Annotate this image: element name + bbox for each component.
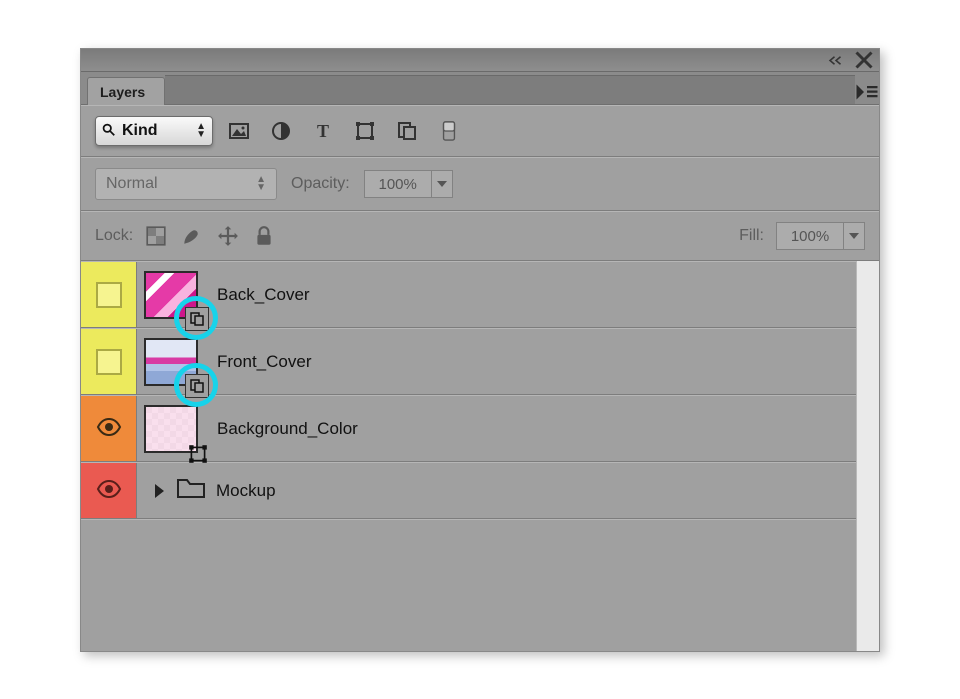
type-filter-icon[interactable]: T [311, 119, 335, 143]
search-icon [102, 123, 116, 140]
filter-kind-dropdown[interactable]: Kind ▲▼ [95, 116, 213, 146]
filter-kind-label: Kind [122, 122, 190, 140]
eye-icon [96, 414, 122, 443]
layer-name[interactable]: Background_Color [217, 419, 358, 439]
filter-row: Kind ▲▼ T [81, 105, 879, 157]
layer-thumbnail[interactable] [137, 329, 205, 394]
layer-name[interactable]: Mockup [216, 481, 276, 501]
tab-label: Layers [100, 84, 145, 100]
panel-titlebar [81, 49, 879, 72]
updown-arrows-icon: ▲▼ [196, 123, 206, 139]
eye-icon [96, 476, 122, 505]
lock-label: Lock: [95, 227, 133, 245]
fill-value[interactable]: 100% [776, 222, 844, 250]
layer-thumbnail[interactable] [137, 396, 205, 461]
updown-arrows-icon: ▲▼ [256, 176, 266, 192]
fill-label: Fill: [739, 227, 764, 245]
smart-object-badge-icon [185, 374, 209, 398]
layers-scrollbar[interactable] [856, 261, 879, 651]
shape-filter-icon[interactable] [353, 119, 377, 143]
layer-name[interactable]: Back_Cover [217, 285, 310, 305]
close-panel-icon[interactable] [855, 52, 873, 68]
lock-row: Lock: Fill: 100% [81, 211, 879, 261]
lock-transparent-icon[interactable] [145, 225, 167, 247]
adjustment-filter-icon[interactable] [269, 119, 293, 143]
layer-visibility-toggle[interactable] [81, 396, 137, 461]
blend-mode-dropdown[interactable]: Normal ▲▼ [95, 168, 277, 200]
image-filter-icon[interactable] [227, 119, 251, 143]
visibility-off-icon [96, 349, 122, 375]
tab-filler [165, 75, 855, 104]
blend-row: Normal ▲▼ Opacity: 100% [81, 157, 879, 211]
layer-list-empty-area [81, 519, 879, 651]
layer-list: Back_Cover Front_Cover [81, 261, 879, 651]
opacity-label: Opacity: [291, 175, 350, 193]
smart-object-badge-icon [185, 307, 209, 331]
smartobject-filter-icon[interactable] [395, 119, 419, 143]
layer-row[interactable]: Back_Cover [81, 261, 879, 328]
shape-layer-badge-icon [187, 443, 209, 465]
svg-text:T: T [317, 121, 329, 141]
fill-slider-toggle[interactable] [844, 222, 865, 250]
layer-visibility-toggle[interactable] [81, 329, 137, 394]
collapse-panel-icon[interactable] [827, 52, 845, 68]
lock-pixels-icon[interactable] [181, 225, 203, 247]
visibility-off-icon [96, 282, 122, 308]
disclosure-triangle-icon[interactable] [155, 484, 164, 498]
panel-tab-strip: Layers [81, 72, 879, 105]
tab-layers[interactable]: Layers [87, 77, 165, 105]
layer-name[interactable]: Front_Cover [217, 352, 311, 372]
layer-visibility-toggle[interactable] [81, 262, 137, 327]
layer-row[interactable]: Background_Color [81, 395, 879, 462]
opacity-value[interactable]: 100% [364, 170, 432, 198]
layer-thumbnail[interactable] [137, 262, 205, 327]
lock-position-icon[interactable] [217, 225, 239, 247]
folder-icon [176, 475, 206, 506]
layers-panel: Layers Kind ▲▼ [80, 48, 880, 652]
layer-visibility-toggle[interactable] [81, 463, 137, 518]
filter-type-icons: T [227, 119, 461, 143]
panel-flyout-menu-icon[interactable] [855, 80, 879, 104]
blend-mode-label: Normal [106, 175, 158, 193]
layer-row[interactable]: Mockup [81, 462, 879, 519]
layer-row[interactable]: Front_Cover [81, 328, 879, 395]
opacity-slider-toggle[interactable] [432, 170, 453, 198]
lock-all-icon[interactable] [253, 225, 275, 247]
filter-toggle-icon[interactable] [437, 119, 461, 143]
